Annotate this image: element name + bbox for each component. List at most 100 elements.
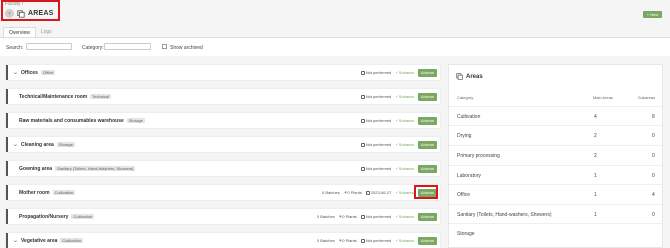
panel-title-text: Areas — [466, 73, 483, 80]
summary-row: Laboratory 1 0 — [449, 165, 662, 184]
plants-text: 0 Plants — [342, 214, 357, 219]
cleaning-status: 2023-06-27 — [365, 190, 391, 195]
row-meta: Not performed + Subarea Actions — [360, 116, 437, 125]
summary-main: 1 — [594, 173, 597, 179]
area-row-vegetative[interactable]: ⌄ Vegetative area Cultivation 0 Batches ⚘… — [6, 233, 440, 248]
calendar-icon — [360, 71, 365, 75]
area-row-warehouse[interactable]: Raw materials and consumables warehouse S… — [6, 113, 440, 128]
summary-category: Sanitary (Toilets, Hand-washers, Showers… — [457, 212, 552, 218]
summary-main: 2 — [594, 133, 597, 139]
tab-bar: Overview Logs — [3, 27, 57, 37]
status-text: Not performed — [365, 142, 392, 147]
area-name: Technical/Maintenance room Technical — [19, 94, 111, 100]
status-text: Not performed — [365, 238, 392, 243]
area-name: Propagation/Nursery Cultivation — [19, 214, 95, 220]
cleaning-status: Not performed — [360, 118, 392, 123]
summary-row: Cultivation 4 8 — [449, 106, 662, 125]
summary-sub: 0 — [652, 173, 655, 179]
summary-main: 1 — [594, 192, 597, 198]
area-name-text: Gowning area — [19, 166, 53, 172]
area-row-technical[interactable]: Technical/Maintenance room Technical Not … — [6, 89, 440, 104]
area-row-propagation[interactable]: Propagation/Nursery Cultivation 0 Batches… — [6, 209, 440, 224]
area-name: Cleaning area Storage — [21, 142, 75, 148]
row-meta: 0 Batches ⚘0 Plants Not performed + Suba… — [317, 236, 437, 245]
area-row-mother-room[interactable]: Mother room Cultivation 0 Batches ⚘0 Plan… — [6, 185, 440, 200]
summary-sub: 0 — [652, 133, 655, 139]
actions-button[interactable]: Actions — [417, 92, 437, 101]
summary-category: Cultivation — [457, 114, 481, 120]
category-tag: Cultivation — [71, 214, 95, 219]
title-highlight-box — [1, 0, 60, 21]
summary-main: 1 — [594, 212, 597, 218]
area-name-text: Mother room — [19, 190, 50, 196]
summary-sub: 0 — [652, 212, 655, 218]
category-label: Category: — [82, 45, 104, 51]
plants-text: 0 Plants — [342, 238, 357, 243]
actions-button[interactable]: Actions — [417, 164, 437, 173]
plants-count: ⚘0 Plants — [339, 238, 357, 243]
panel-title: Areas — [456, 73, 483, 80]
summary-category: Primary processing — [457, 153, 500, 159]
row-meta: Not performed + Subarea Actions — [360, 140, 437, 149]
search-input[interactable] — [26, 43, 72, 50]
category-tag: Office — [40, 70, 56, 75]
tab-overview[interactable]: Overview — [3, 27, 36, 37]
summary-category: Office — [457, 192, 470, 198]
actions-button[interactable]: Actions — [417, 140, 437, 149]
summary-row: Sanitary (Toilets, Hand-washers, Showers… — [449, 204, 662, 223]
col-category: Category — [457, 95, 474, 100]
areas-icon — [456, 73, 463, 80]
show-archived-label: Show archived — [170, 45, 203, 51]
cleaning-status: Not performed — [360, 70, 391, 75]
summary-category: Storage — [457, 231, 475, 237]
add-subarea-link[interactable]: + Subarea — [395, 190, 414, 195]
status-text: Not performed — [365, 118, 392, 123]
tab-logs[interactable]: Logs — [36, 27, 57, 37]
new-area-button[interactable]: + New — [643, 11, 662, 18]
show-archived-checkbox[interactable] — [162, 44, 167, 49]
area-name: Mother room Cultivation — [19, 190, 76, 196]
calendar-icon — [360, 143, 365, 147]
chevron-down-icon[interactable]: ⌄ — [13, 69, 18, 76]
actions-button[interactable]: Actions — [417, 68, 437, 77]
summary-sub: 8 — [652, 114, 655, 120]
cleaning-status: Not performed — [360, 238, 392, 243]
category-select[interactable] — [104, 43, 151, 50]
chevron-down-icon[interactable]: ⌄ — [13, 237, 18, 244]
calendar-icon — [365, 191, 370, 195]
row-meta: Not performed + Subarea Actions — [360, 68, 437, 77]
actions-button[interactable]: Actions — [417, 212, 437, 221]
summary-sub: 0 — [652, 153, 655, 159]
row-meta: Not performed + Subarea Actions — [360, 164, 437, 173]
chevron-down-icon[interactable]: ⌄ — [13, 141, 18, 148]
actions-button[interactable]: Actions — [417, 116, 437, 125]
category-tag: Storage — [56, 142, 75, 147]
cleaning-status: Not performed — [360, 94, 391, 99]
add-subarea-link[interactable]: + Subarea — [395, 238, 414, 243]
cleaning-status: Not performed — [360, 214, 392, 219]
status-text: Not performed — [365, 214, 392, 219]
add-subarea-link[interactable]: + Subarea — [395, 94, 414, 99]
summary-category: Drying — [457, 133, 472, 139]
area-name-text: Cleaning area — [21, 142, 54, 148]
category-tag: Sanitary (Toilets, Hand-Washers, Showers… — [55, 166, 136, 171]
area-row-gowning[interactable]: Gowning area Sanitary (Toilets, Hand-Wash… — [6, 161, 440, 176]
areas-summary-panel: Areas Category Main Areas Subareas Culti… — [448, 64, 663, 248]
area-row-offices[interactable]: ⌄ Offices Office Not performed + Subarea … — [6, 65, 440, 80]
batches-count: 0 Batches — [321, 190, 340, 195]
plants-text: 0 Plants — [347, 190, 362, 195]
actions-button[interactable]: Actions — [417, 236, 437, 245]
add-subarea-link[interactable]: + Subarea — [395, 166, 414, 171]
add-subarea-link[interactable]: + Subarea — [395, 214, 414, 219]
cleaning-status: Not performed — [360, 142, 392, 147]
add-subarea-link[interactable]: + Subarea — [395, 70, 414, 75]
area-name-text: Offices — [21, 70, 38, 76]
summary-row: Primary processing 2 0 — [449, 145, 662, 164]
add-subarea-link[interactable]: + Subarea — [395, 118, 414, 123]
search-label: Search: — [6, 45, 24, 51]
add-subarea-link[interactable]: + Subarea — [395, 142, 414, 147]
calendar-icon — [360, 215, 365, 219]
area-name: Vegetative area Cultivation — [21, 238, 84, 244]
area-row-cleaning[interactable]: ⌄ Cleaning area Storage Not performed + S… — [6, 137, 440, 152]
calendar-icon — [360, 239, 365, 243]
